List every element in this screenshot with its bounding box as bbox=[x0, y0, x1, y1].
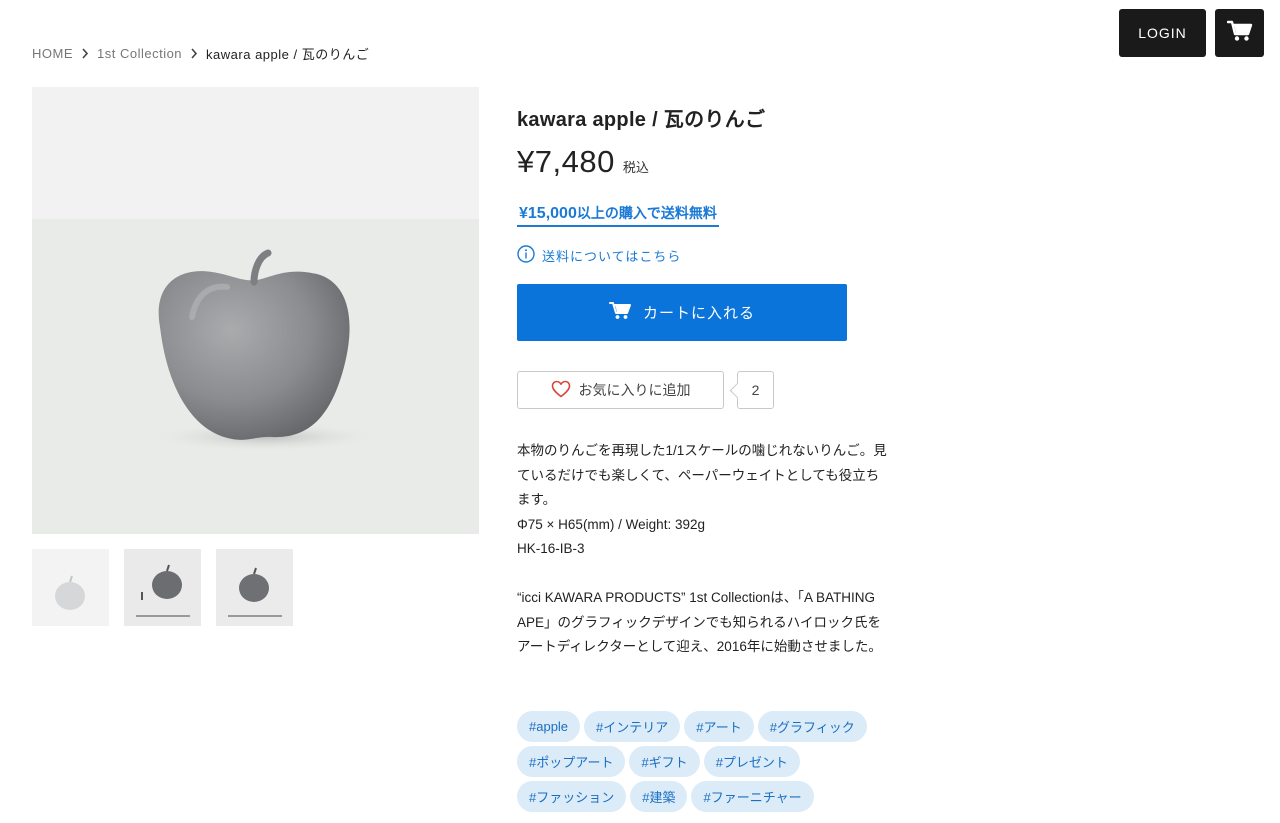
tag-list: #apple #インテリア #アート #グラフィック #ポップアート #ギフト … bbox=[517, 711, 867, 812]
breadcrumb: HOME 1st Collection kawara apple / 瓦のりんご bbox=[32, 44, 369, 63]
thumbnail-list bbox=[32, 549, 293, 626]
info-icon bbox=[517, 245, 535, 266]
description-line: HK-16-IB-3 bbox=[517, 541, 585, 556]
heart-icon bbox=[551, 380, 571, 401]
tag-item[interactable]: #ポップアート bbox=[517, 746, 626, 777]
tag-item[interactable]: #プレゼント bbox=[703, 746, 800, 777]
chevron-right-icon bbox=[73, 48, 97, 59]
tag-item[interactable]: #インテリア bbox=[584, 711, 681, 742]
login-button[interactable]: LOGIN bbox=[1119, 9, 1206, 57]
tag-item[interactable]: #グラフィック bbox=[757, 711, 867, 742]
cart-button[interactable] bbox=[1215, 9, 1264, 57]
cart-icon bbox=[1226, 20, 1253, 47]
tag-item[interactable]: #ファーニチャー bbox=[691, 781, 814, 812]
tag-item[interactable]: #アート bbox=[684, 711, 754, 742]
description-line: Φ75 × H65(mm) / Weight: 392g bbox=[517, 516, 705, 532]
tag-item[interactable]: #ファッション bbox=[517, 781, 627, 812]
favorite-count-value: 2 bbox=[751, 382, 760, 398]
favorite-button[interactable]: お気に入りに追加 bbox=[517, 371, 724, 409]
tag-item[interactable]: #ギフト bbox=[629, 746, 700, 777]
free-shipping-text: 以上の購入で送料無料 bbox=[576, 205, 717, 221]
free-shipping-amount: ¥15,000 bbox=[519, 205, 577, 222]
breadcrumb-collection[interactable]: 1st Collection bbox=[97, 46, 182, 61]
description-line: 本物のりんごを再現した1/1スケールの噛じれないりんご。見ているだけでも楽しくて… bbox=[517, 443, 887, 507]
product-price: ¥7,480 bbox=[517, 144, 615, 179]
thumbnail-1[interactable] bbox=[32, 549, 109, 626]
free-shipping-banner: ¥15,000以上の購入で送料無料 bbox=[517, 203, 719, 227]
tag-item[interactable]: #建築 bbox=[630, 781, 688, 812]
login-label: LOGIN bbox=[1138, 25, 1187, 41]
tax-label: 税込 bbox=[622, 160, 649, 175]
product-main-image[interactable] bbox=[32, 87, 479, 534]
chevron-right-icon bbox=[182, 48, 206, 59]
shipping-info-label: 送料についてはこちら bbox=[542, 249, 682, 264]
product-description: 本物のりんごを再現した1/1スケールの噛じれないりんご。見ているだけでも楽しくて… bbox=[517, 439, 889, 660]
add-to-cart-label: カートに入れる bbox=[642, 305, 755, 322]
thumbnail-2[interactable] bbox=[124, 549, 201, 626]
price-row: ¥7,480 税込 bbox=[517, 144, 649, 180]
thumbnail-3[interactable] bbox=[216, 549, 293, 626]
shipping-info-link[interactable]: 送料についてはこちら bbox=[517, 245, 681, 266]
add-to-cart-button[interactable]: カートに入れる bbox=[517, 284, 847, 341]
tag-item[interactable]: #apple bbox=[517, 711, 581, 742]
favorite-count: 2 bbox=[737, 371, 774, 409]
product-title: kawara apple / 瓦のりんご bbox=[517, 109, 766, 131]
breadcrumb-current: kawara apple / 瓦のりんご bbox=[206, 47, 370, 62]
favorite-label: お気に入りに追加 bbox=[578, 382, 691, 398]
breadcrumb-home[interactable]: HOME bbox=[32, 46, 73, 61]
cart-icon bbox=[608, 301, 631, 324]
description-line: “icci KAWARA PRODUCTS” 1st Collectionは、「… bbox=[517, 590, 882, 654]
